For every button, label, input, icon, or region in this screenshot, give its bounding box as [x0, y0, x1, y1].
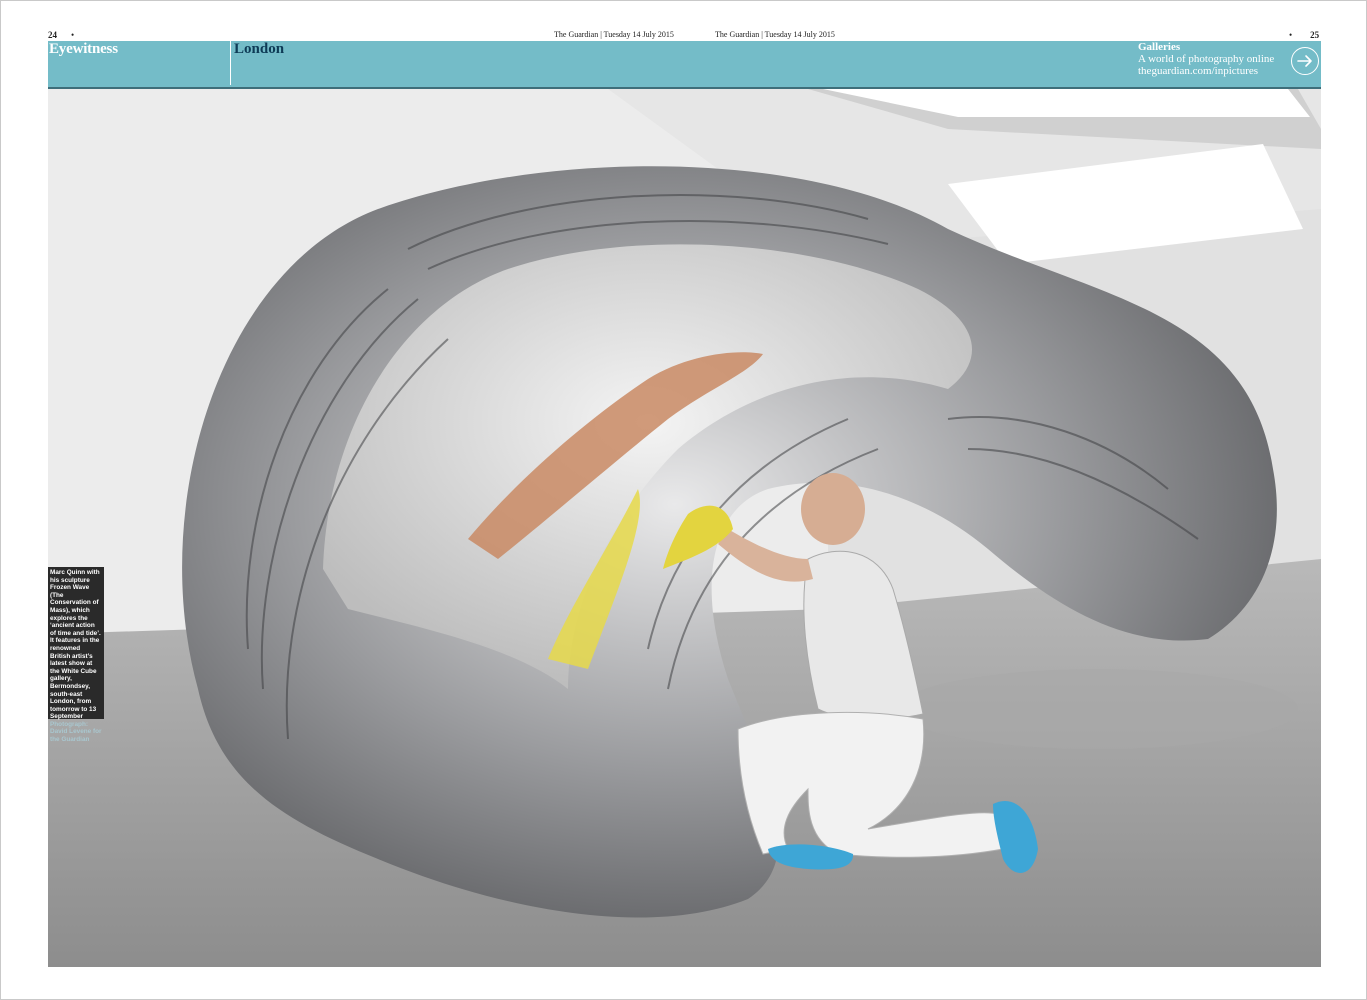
right-page-number: 25: [1310, 30, 1320, 40]
section-banner: Eyewitness London Galleries A world of p…: [48, 41, 1321, 89]
galleries-promo[interactable]: Galleries A world of photography online …: [1138, 41, 1274, 77]
galleries-line1: A world of photography online: [1138, 53, 1275, 65]
kicker-eyewitness: Eyewitness: [49, 41, 118, 57]
left-page-number: 24: [48, 30, 57, 40]
section-london: London: [230, 41, 284, 85]
galleries-line2[interactable]: theguardian.com/inpictures: [1138, 65, 1274, 77]
newspaper-spread: 24 • The Guardian | Tuesday 14 July 2015…: [0, 0, 1367, 1000]
main-photograph: [48, 89, 1321, 967]
photo-caption: Marc Quinn with his sculpture Frozen Wav…: [48, 567, 104, 743]
galleries-title: Galleries: [1138, 41, 1181, 53]
caption-text: Marc Quinn with his sculpture Frozen Wav…: [50, 569, 101, 721]
right-bullet: •: [1289, 30, 1293, 40]
arrow-right-icon[interactable]: [1291, 47, 1319, 75]
left-bullet: •: [71, 30, 75, 40]
photo-illustration: [48, 89, 1321, 967]
